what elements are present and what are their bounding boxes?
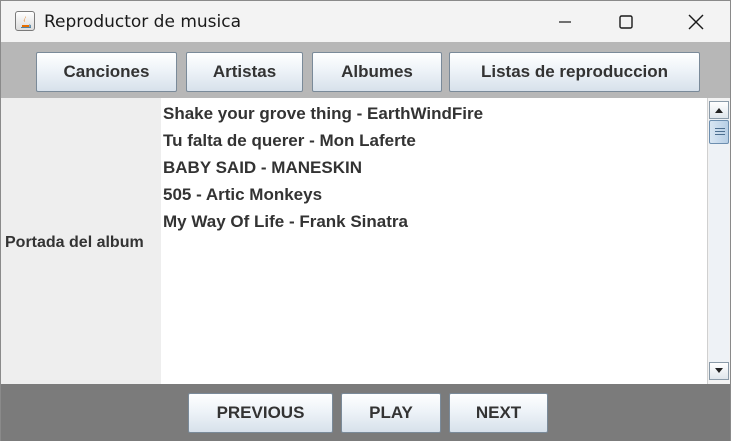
close-icon [688, 14, 704, 29]
java-app-icon [15, 11, 35, 31]
tab-canciones[interactable]: Canciones [36, 52, 177, 92]
grip-line [715, 131, 725, 132]
list-item[interactable]: 505 - Artic Monkeys [163, 185, 322, 205]
next-button[interactable]: NEXT [449, 393, 548, 433]
song-list[interactable]: Shake your grove thing - EarthWindFire T… [161, 98, 707, 384]
tab-albumes[interactable]: Albumes [312, 52, 442, 92]
app-window: Reproductor de musica Canciones Artistas… [0, 0, 731, 441]
previous-button[interactable]: PREVIOUS [188, 393, 333, 433]
album-cover-panel: Portada del album [1, 98, 161, 384]
arrow-up-icon [715, 108, 723, 113]
play-button[interactable]: PLAY [341, 393, 441, 433]
list-item[interactable]: Shake your grove thing - EarthWindFire [163, 104, 483, 124]
list-item[interactable]: Tu falta de querer - Mon Laferte [163, 131, 416, 151]
scroll-up-button[interactable] [709, 101, 729, 119]
maximize-button[interactable] [603, 1, 649, 42]
arrow-down-icon [715, 368, 723, 373]
scrollbar-thumb[interactable] [709, 120, 729, 144]
scroll-down-button[interactable] [709, 362, 729, 380]
tab-artistas[interactable]: Artistas [186, 52, 303, 92]
list-item[interactable]: My Way Of Life - Frank Sinatra [163, 212, 408, 232]
album-cover-label: Portada del album [5, 234, 144, 251]
tab-bar: Canciones Artistas Albumes Listas de rep… [1, 42, 730, 98]
title-bar: Reproductor de musica [1, 1, 730, 42]
close-button[interactable] [673, 1, 719, 42]
grip-line [715, 134, 725, 135]
window-title: Reproductor de musica [44, 12, 242, 32]
vertical-scrollbar[interactable] [707, 98, 730, 384]
minimize-icon [559, 20, 571, 23]
scrollbar-track[interactable] [709, 119, 729, 362]
minimize-button[interactable] [542, 1, 588, 42]
grip-line [715, 128, 725, 129]
list-item[interactable]: BABY SAID - MANESKIN [163, 158, 362, 178]
tab-listas-de-reproduccion[interactable]: Listas de reproduccion [449, 52, 700, 92]
maximize-icon [619, 14, 633, 29]
playback-controls: PREVIOUS PLAY NEXT [1, 384, 730, 441]
